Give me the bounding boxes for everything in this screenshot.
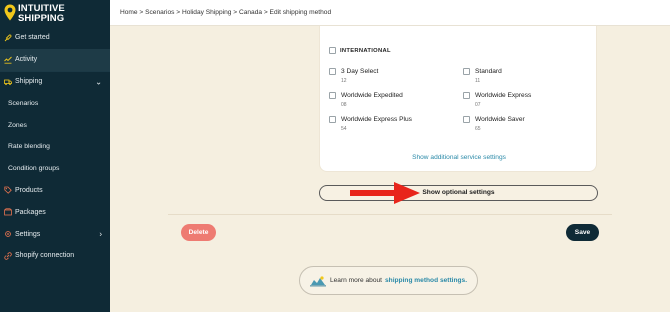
save-button[interactable]: Save [566,224,599,241]
truck-icon [4,78,12,86]
sidebar-item-rate-blending[interactable]: Rate blending [0,136,110,158]
service-code: 54 [341,126,347,132]
sidebar-item-label: Packages [15,208,46,216]
logo-text: INTUITIVE SHIPPING [18,4,65,23]
show-additional-service-settings-link[interactable]: Show additional service settings [320,154,598,161]
red-arrow-icon [350,182,420,204]
select-all-checkbox[interactable] [329,47,336,54]
sidebar-item-label: Shopify connection [15,252,75,260]
sidebar: INTUITIVE SHIPPING Get started Activity … [0,0,110,312]
section-header-international: INTERNATIONAL [329,47,391,54]
sidebar-item-activity[interactable]: Activity [0,48,110,71]
sidebar-item-label: Get started [15,34,50,42]
service-option: Standard 11 [463,68,502,84]
service-checkbox[interactable] [329,116,336,123]
logo-line2: SHIPPING [18,12,65,24]
service-code: 65 [475,126,481,132]
link-icon [4,252,12,260]
service-name: Worldwide Saver [475,116,525,123]
sidebar-item-shipping[interactable]: Shipping ⌄ [0,70,110,93]
sidebar-item-shopify-connection[interactable]: Shopify connection [0,245,110,267]
sidebar-item-condition-groups[interactable]: Condition groups [0,158,110,180]
activity-icon [4,56,12,64]
learn-more-banner[interactable]: Learn more about shipping method setting… [299,266,478,295]
sidebar-item-zones[interactable]: Zones [0,114,110,136]
service-option: 3 Day Select 12 [329,68,378,84]
sidebar-item-scenarios[interactable]: Scenarios [0,92,110,114]
service-settings-card: INTERNATIONAL 3 Day Select 12 Standard 1… [319,26,597,172]
service-name: Worldwide Express [475,92,532,99]
sidebar-item-label: Rate blending [8,143,50,151]
service-code: 07 [475,102,481,108]
service-option: Worldwide Saver 65 [463,116,525,132]
sidebar-item-label: Condition groups [8,165,60,173]
service-checkbox[interactable] [329,92,336,99]
package-icon [4,208,12,216]
section-title: INTERNATIONAL [340,47,391,54]
service-option: Worldwide Express 07 [463,92,531,108]
gear-icon [4,230,12,238]
chevron-right-icon: › [99,229,102,239]
sidebar-item-label: Products [15,186,43,194]
service-checkbox[interactable] [463,68,470,75]
sidebar-item-get-started[interactable]: Get started [0,27,110,49]
tag-icon [4,186,12,195]
service-name: Standard [475,68,502,75]
service-code: 11 [475,78,481,84]
app-logo[interactable]: INTUITIVE SHIPPING [4,4,65,23]
service-checkbox[interactable] [329,68,336,75]
chevron-down-icon: ⌄ [95,77,102,87]
delete-button[interactable]: Delete [181,224,216,241]
service-option: Worldwide Express Plus 54 [329,116,412,132]
learn-more-prefix: Learn more about [329,277,382,284]
sidebar-item-settings[interactable]: Settings › [0,223,110,245]
sidebar-item-label: Zones [8,121,27,129]
learn-more-illustration-icon [309,275,326,287]
divider [168,214,612,215]
sidebar-item-label: Activity [15,56,38,64]
sidebar-nav: Get started Activity Shipping ⌄ Scenario… [0,27,110,267]
shipping-method-settings-link[interactable]: shipping method settings. [385,277,467,284]
rocket-icon [4,34,12,42]
service-name: Worldwide Express Plus [341,116,412,123]
location-pin-icon [4,4,16,21]
service-checkbox[interactable] [463,92,470,99]
sidebar-item-packages[interactable]: Packages [0,201,110,223]
service-code: 12 [341,78,347,84]
sidebar-item-products[interactable]: Products [0,180,110,202]
service-checkbox[interactable] [463,116,470,123]
service-code: 08 [341,102,347,108]
service-option: Worldwide Expedited 08 [329,92,403,108]
sidebar-item-label: Settings [15,230,41,238]
sidebar-item-label: Shipping [15,78,43,86]
sidebar-item-label: Scenarios [8,99,39,107]
breadcrumb[interactable]: Home > Scenarios > Holiday Shipping > Ca… [120,9,331,16]
top-bar: Home > Scenarios > Holiday Shipping > Ca… [110,0,670,26]
service-name: Worldwide Expedited [341,92,403,99]
service-name: 3 Day Select [341,68,379,75]
